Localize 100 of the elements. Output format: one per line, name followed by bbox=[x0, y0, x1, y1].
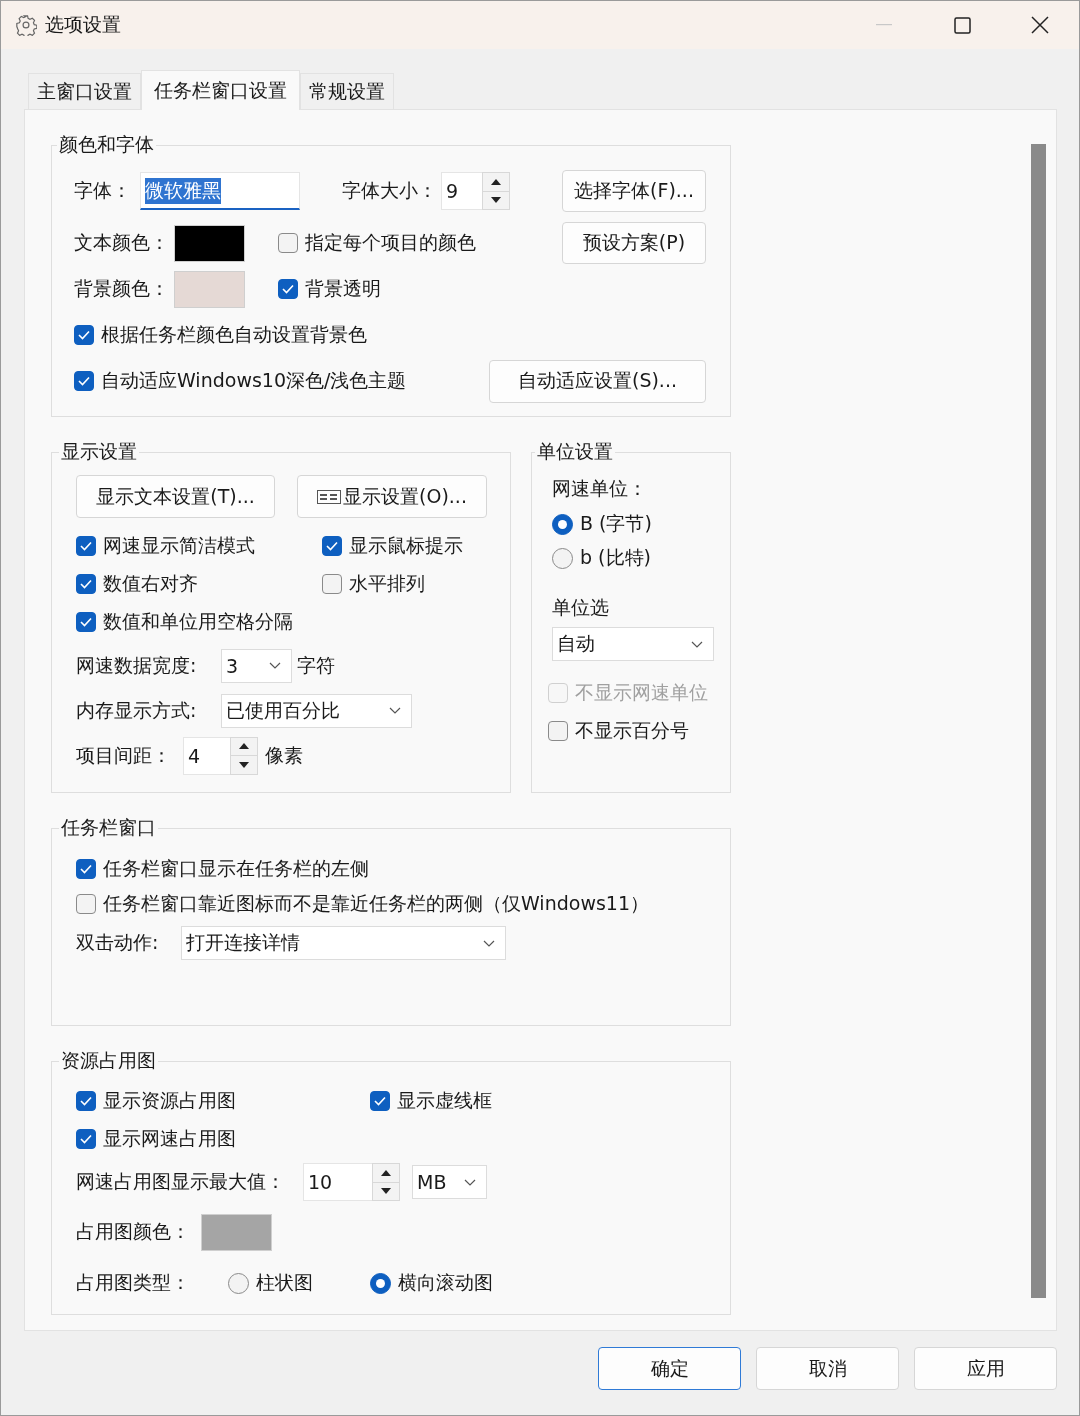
close-icon bbox=[1031, 16, 1049, 34]
check-icon bbox=[80, 579, 92, 589]
checkbox-label: 显示网速占用图 bbox=[103, 1126, 236, 1151]
checkbox-label: 显示鼠标提示 bbox=[349, 533, 463, 558]
check-icon bbox=[80, 1096, 92, 1106]
tab[interactable]: 常规设置 bbox=[300, 73, 394, 109]
field-label: 字体： bbox=[74, 178, 132, 203]
group-title: 显示设置 bbox=[60, 439, 138, 464]
field-label: 单位选 bbox=[552, 595, 609, 620]
checkbox[interactable] bbox=[76, 536, 96, 556]
check-icon bbox=[374, 1096, 386, 1106]
number-field[interactable]: 4 bbox=[183, 736, 230, 775]
checkbox-label: 水平排列 bbox=[349, 571, 425, 596]
checkbox[interactable] bbox=[76, 1129, 96, 1149]
checkbox[interactable] bbox=[76, 858, 96, 879]
radio-label: 柱状图 bbox=[256, 1270, 313, 1295]
settings-icon bbox=[15, 14, 37, 36]
checkbox-label: 任务栏窗口靠近图标而不是靠近任务栏的两侧（仅Windows11） bbox=[103, 890, 649, 916]
dialog-button[interactable]: 应用 bbox=[914, 1347, 1057, 1390]
group-title: 颜色和字体 bbox=[58, 132, 155, 157]
display-settings-button[interactable]: 显示设置(O)... bbox=[297, 475, 487, 518]
check-icon bbox=[80, 617, 92, 627]
radio-button[interactable] bbox=[370, 1272, 391, 1294]
chevron-icon bbox=[389, 707, 401, 714]
checkbox[interactable] bbox=[548, 721, 568, 741]
dialog-button[interactable]: 取消 bbox=[756, 1347, 899, 1390]
radio-label: 横向滚动图 bbox=[398, 1270, 493, 1295]
unit-label: 字符 bbox=[297, 652, 335, 678]
check-icon bbox=[326, 541, 338, 551]
field-label: 网速占用图显示最大值： bbox=[76, 1169, 286, 1194]
spinner-buttons[interactable] bbox=[372, 1163, 400, 1201]
checkbox-label: 不显示百分号 bbox=[575, 718, 689, 743]
checkbox-label: 背景透明 bbox=[305, 276, 381, 301]
checkbox-label: 自动适应Windows10深色/浅色主题 bbox=[101, 368, 407, 393]
checkbox[interactable] bbox=[76, 574, 96, 594]
dropdown[interactable]: MB bbox=[412, 1165, 487, 1199]
number-field[interactable]: 10 bbox=[303, 1163, 372, 1201]
field-label: 字体大小： bbox=[342, 178, 438, 203]
radio-button[interactable] bbox=[228, 1272, 249, 1294]
check-icon bbox=[78, 376, 90, 386]
field-label: 占用图颜色： bbox=[76, 1219, 191, 1244]
checkbox-label: 显示资源占用图 bbox=[103, 1088, 236, 1113]
dropdown[interactable]: 自动 bbox=[552, 627, 714, 661]
chevron-icon bbox=[464, 1178, 476, 1186]
chevron-icon bbox=[269, 662, 281, 669]
dropdown[interactable]: 已使用百分比 bbox=[221, 693, 412, 728]
checkbox-label: 指定每个项目的颜色 bbox=[305, 230, 476, 255]
dropdown[interactable]: 3 bbox=[221, 648, 292, 683]
group-title: 单位设置 bbox=[536, 439, 614, 464]
checkbox-label: 数值和单位用空格分隔 bbox=[103, 609, 293, 634]
chevron-icon bbox=[483, 939, 495, 947]
checkbox-label: 数值右对齐 bbox=[103, 571, 198, 596]
checkbox[interactable] bbox=[370, 1091, 390, 1111]
font-field[interactable]: 微软雅黑 bbox=[140, 172, 300, 210]
window-title: 选项设置 bbox=[45, 12, 121, 37]
auto-adapt-button[interactable]: 自动适应设置(S)... bbox=[489, 359, 706, 403]
field-label: 网速数据宽度: bbox=[76, 652, 198, 678]
checkbox-label: 根据任务栏颜色自动设置背景色 bbox=[101, 322, 367, 347]
field-label: 内存显示方式: bbox=[76, 697, 198, 723]
radio-label: b (比特) bbox=[580, 545, 651, 570]
field-label: 网速单位： bbox=[552, 476, 647, 501]
check-icon bbox=[80, 541, 92, 551]
field-label: 背景颜色： bbox=[74, 276, 170, 301]
checkbox[interactable] bbox=[278, 233, 298, 253]
checkbox[interactable] bbox=[278, 279, 298, 299]
checkbox[interactable] bbox=[74, 325, 94, 345]
check-icon bbox=[282, 284, 294, 294]
text-settings-button[interactable]: 显示文本设置(T)... bbox=[76, 475, 275, 518]
radio-label: B (字节) bbox=[580, 511, 652, 536]
checkbox[interactable] bbox=[76, 612, 96, 632]
field-label: 文本颜色： bbox=[74, 230, 170, 255]
spinner-buttons[interactable] bbox=[230, 736, 258, 775]
group-title: 任务栏窗口 bbox=[60, 815, 157, 840]
spinner-buttons[interactable] bbox=[482, 172, 510, 210]
radio-button[interactable] bbox=[552, 547, 573, 569]
tab[interactable]: 主窗口设置 bbox=[28, 73, 141, 109]
field-label: 项目间距： bbox=[76, 742, 172, 768]
checkbox[interactable] bbox=[76, 893, 96, 914]
color-swatch[interactable] bbox=[201, 1213, 272, 1251]
checkbox-label: 任务栏窗口显示在任务栏的左侧 bbox=[103, 855, 369, 881]
checkbox[interactable] bbox=[322, 574, 342, 594]
checkbox[interactable] bbox=[322, 536, 342, 556]
check-icon bbox=[80, 863, 92, 874]
grid-icon bbox=[317, 489, 342, 504]
checkbox[interactable] bbox=[76, 1091, 96, 1111]
dialog-button[interactable]: 确定 bbox=[598, 1347, 741, 1390]
scrollbar[interactable] bbox=[1031, 144, 1046, 1298]
color-swatch[interactable] bbox=[174, 270, 245, 308]
minimize-icon bbox=[876, 24, 892, 26]
radio-button[interactable] bbox=[552, 513, 573, 535]
preset-button[interactable]: 预设方案(P) bbox=[562, 222, 706, 264]
tab[interactable]: 任务栏窗口设置 bbox=[141, 70, 300, 110]
choose-font-button[interactable]: 选择字体(F)... bbox=[562, 170, 706, 212]
checkbox-label: 网速显示简洁模式 bbox=[103, 533, 255, 558]
check-icon bbox=[80, 1134, 92, 1144]
dropdown[interactable]: 打开连接详情 bbox=[181, 926, 506, 960]
checkbox[interactable] bbox=[74, 371, 94, 391]
check-icon bbox=[78, 330, 90, 340]
number-field[interactable]: 9 bbox=[441, 172, 482, 210]
color-swatch[interactable] bbox=[174, 224, 245, 262]
